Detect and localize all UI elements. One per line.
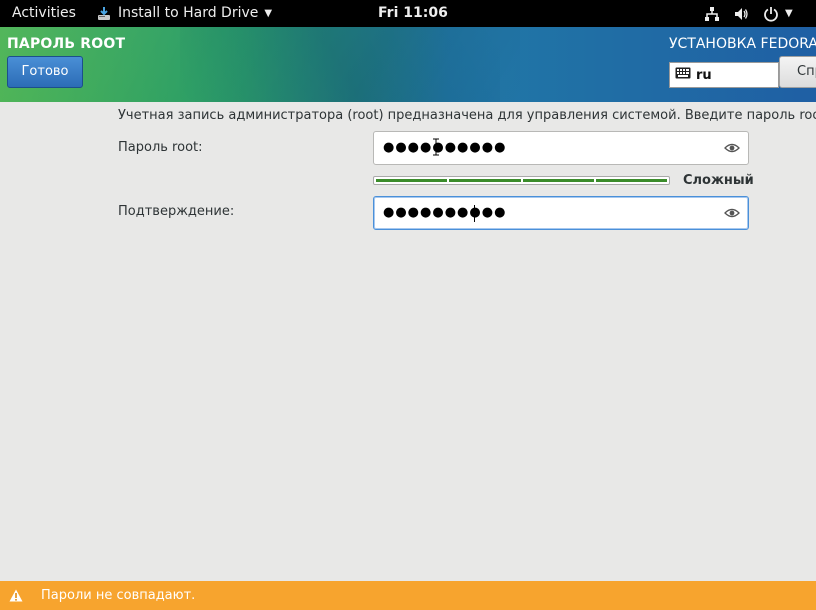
- warning-icon: [9, 589, 23, 602]
- strength-segment: [449, 179, 521, 182]
- app-menu-label: Install to Hard Drive: [118, 5, 259, 21]
- confirm-password-field[interactable]: ●●●●●●●●●●: [373, 196, 749, 230]
- clock[interactable]: Fri 11:06: [378, 0, 448, 27]
- strength-segment: [376, 179, 448, 182]
- network-wired-icon[interactable]: [704, 0, 720, 27]
- top-bar: Activities Install to Hard Drive ▼ Fri 1…: [0, 0, 816, 27]
- password-strength-label: Сложный: [683, 173, 754, 188]
- root-password-value: ●●●●●●●●●●: [383, 140, 507, 155]
- help-button[interactable]: Справка!: [779, 56, 816, 88]
- show-password-icon[interactable]: [724, 206, 740, 220]
- confirm-password-label: Подтверждение:: [118, 204, 235, 219]
- text-cursor-icon: [433, 138, 439, 156]
- strength-segment: [595, 179, 667, 182]
- app-menu[interactable]: Install to Hard Drive ▼: [96, 0, 272, 27]
- root-password-label: Пароль root:: [118, 140, 203, 155]
- chevron-down-icon: ▼: [264, 8, 273, 19]
- show-password-icon[interactable]: [724, 141, 740, 155]
- installer-icon: [96, 6, 112, 22]
- power-icon: [763, 6, 779, 22]
- page-title: ПАРОЛЬ ROOT: [7, 36, 126, 52]
- keyboard-layout-indicator[interactable]: ru: [669, 62, 779, 88]
- done-button[interactable]: Готово: [7, 56, 83, 88]
- keyboard-layout-label: ru: [696, 67, 712, 83]
- strength-segment: [522, 179, 594, 182]
- volume-icon[interactable]: [733, 0, 749, 27]
- system-menu[interactable]: ▼: [763, 0, 793, 27]
- chevron-down-icon: ▼: [785, 8, 793, 19]
- keyboard-icon: [675, 67, 691, 83]
- text-caret: [474, 205, 475, 222]
- root-password-field[interactable]: ●●●●●●●●●●: [373, 131, 749, 165]
- spoke-header: ПАРОЛЬ ROOT Готово УСТАНОВКА FEDORA ru С…: [0, 27, 816, 102]
- warning-message: Пароли не совпадают.: [41, 588, 196, 603]
- confirm-password-value: ●●●●●●●●●●: [383, 205, 507, 220]
- warning-bar[interactable]: Пароли не совпадают.: [0, 581, 816, 610]
- activities-button[interactable]: Activities: [12, 0, 76, 27]
- password-strength-meter: [373, 176, 670, 185]
- intro-text: Учетная запись администратора (root) пре…: [118, 108, 816, 123]
- installer-title: УСТАНОВКА FEDORA: [669, 36, 816, 52]
